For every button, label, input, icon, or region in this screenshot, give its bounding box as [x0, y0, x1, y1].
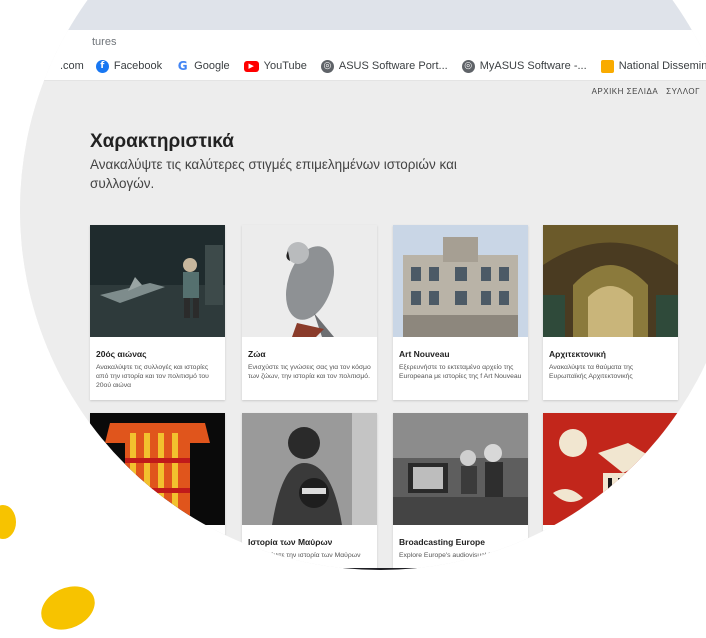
bookmark-youtube[interactable]: ▶ YouTube	[243, 60, 307, 72]
bookmark-com-label: .com	[60, 60, 84, 72]
card-20th-century[interactable]: 20ός αιώνας Ανακαλύψτε τις συλλογές και …	[90, 225, 225, 400]
card-description: Ανακαλύψτε τα θαύματα της Ευρωπαϊκής Αρχ…	[549, 364, 634, 380]
site-nav: ΑΡΧΙΚΗ ΣΕΛΙΔΑ ΣΥΛΛΟΓ	[584, 87, 700, 96]
card-black-history[interactable]: Ιστορία των Μαύρων Ανακαλύψτε την ιστορί…	[242, 413, 377, 570]
screenshot-circle-frame: tures .com f Facebook G Google ▶ YouTube ◎ A…	[20, 0, 706, 570]
card-title: Art Nouveau	[399, 349, 450, 359]
card-description: ts from	[188, 552, 209, 559]
card-image-broadcasting	[393, 413, 528, 525]
card-title: Αρχιτεκτονική	[549, 349, 606, 359]
bookmark-asus-label: ASUS Software Port...	[338, 60, 448, 72]
bookmark-com[interactable]: .com	[60, 60, 84, 72]
browser-title-bar	[20, 0, 706, 30]
globe-icon: ◎	[320, 59, 334, 73]
bookmark-google[interactable]: G Google	[176, 58, 230, 73]
card-description: Ενισχύστε τις γνώσεις σας για τον κόσμο …	[248, 364, 371, 380]
card-title: Ιστορία των Μαύρων	[248, 537, 333, 547]
bookmark-national[interactable]: National Dissemina...	[600, 59, 706, 73]
yellow-blob-left	[0, 505, 16, 539]
bookmark-google-label: Google	[194, 60, 230, 72]
europeana-page: ΑΡΧΙΚΗ ΣΕΛΙΔΑ ΣΥΛΛΟΓ Χαρακτηριστικά Ανακα…	[20, 81, 706, 570]
card-title: 20ός αιώνας	[96, 349, 147, 359]
nav-collections-link[interactable]: ΣΥΛΛΟΓ	[666, 87, 700, 96]
card-image-heritage	[90, 413, 225, 525]
card-title: Ζώα	[248, 349, 266, 359]
card-art-nouveau[interactable]: Art Nouveau Εξερευνήστε το εκτεταμένο αρ…	[393, 225, 528, 400]
card-description: Ανακαλύψτε τις συλλογές και ιστορίες από…	[96, 364, 209, 389]
bookmark-facebook-label: Facebook	[113, 60, 163, 72]
bookmark-national-label: National Dissemina...	[618, 60, 706, 72]
card-description: Explore Europe's audiovisual heritage	[399, 552, 513, 559]
card-description: Εξερευνήστε το εκτεταμένο αρχείο της Eur…	[399, 364, 522, 380]
card-chinese[interactable]: Chines F	[543, 413, 678, 570]
nav-home-link[interactable]: ΑΡΧΙΚΗ ΣΕΛΙΔΑ	[592, 87, 659, 96]
bookmark-asus-portal[interactable]: ◎ ASUS Software Port...	[320, 59, 448, 73]
bookmark-myasus[interactable]: ◎ MyASUS Software -...	[461, 59, 587, 73]
browser-address-area[interactable]: tures	[20, 30, 706, 52]
card-image-20th-century	[90, 225, 225, 337]
tab-label: tures	[92, 36, 117, 48]
bookmark-facebook[interactable]: f Facebook	[95, 59, 163, 73]
globe-icon: ◎	[461, 59, 475, 73]
folder-icon	[600, 59, 614, 73]
card-image-animals	[242, 225, 377, 337]
yellow-blob-bottom	[34, 578, 102, 638]
page-subtitle: Ανακαλύψτε τις καλύτερες στιγμές επιμελη…	[90, 157, 457, 191]
card-broadcasting-europe[interactable]: Broadcasting Europe Explore Europe's aud…	[393, 413, 528, 570]
bookmark-youtube-label: YouTube	[263, 60, 307, 72]
google-icon: G	[177, 58, 188, 73]
card-description: Ανακαλύψτε την ιστορία των Μαύρων στην Ε…	[248, 552, 361, 568]
youtube-icon: ▶	[243, 60, 259, 72]
card-animals[interactable]: Ζώα Ενισχύστε τις γνώσεις σας για τον κό…	[242, 225, 377, 400]
card-description: F	[549, 552, 554, 559]
card-heritage[interactable]: itage ts from	[90, 413, 225, 570]
card-architecture[interactable]: Αρχιτεκτονική Ανακαλύψτε τα θαύματα της …	[543, 225, 678, 400]
bookmarks-bar: .com f Facebook G Google ▶ YouTube ◎ ASUS So…	[20, 52, 706, 81]
card-title: itage	[156, 537, 176, 547]
card-image-chinese	[543, 413, 678, 525]
windows-taskbar: 4	[20, 568, 706, 570]
card-image-art-nouveau	[393, 225, 528, 337]
card-title: Broadcasting Europe	[399, 537, 485, 547]
bookmark-myasus-label: MyASUS Software -...	[479, 60, 587, 72]
card-image-architecture	[543, 225, 678, 337]
facebook-icon: f	[95, 59, 109, 73]
card-title: Chines	[549, 537, 578, 547]
card-image-black-history	[242, 413, 377, 525]
page-title: Χαρακτηριστικά	[90, 131, 234, 152]
